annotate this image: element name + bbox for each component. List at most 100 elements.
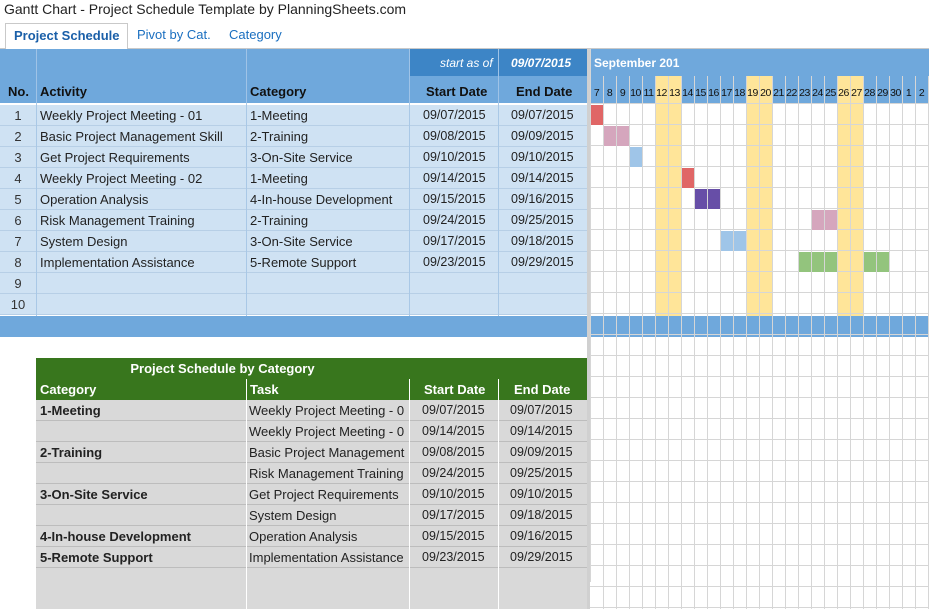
tab-category[interactable]: Category xyxy=(229,23,282,49)
cat-row-task[interactable]: Basic Project Management xyxy=(249,442,407,463)
end-date-cell[interactable]: 09/18/2015 xyxy=(511,231,574,252)
gantt-grid-col xyxy=(733,76,734,609)
cat-row-start[interactable]: 09/17/2015 xyxy=(422,505,485,526)
cat-row-end[interactable]: 09/10/2015 xyxy=(510,484,573,505)
category-header-row xyxy=(36,379,587,400)
gantt-bar-cell[interactable] xyxy=(591,105,603,125)
end-date-cell[interactable]: 09/25/2015 xyxy=(511,210,574,231)
cat-row-task[interactable]: Weekly Project Meeting - 0 xyxy=(249,400,407,421)
cat-row-start[interactable]: 09/10/2015 xyxy=(422,484,485,505)
category-cell[interactable]: 5-Remote Support xyxy=(250,252,410,273)
gantt-grid-col xyxy=(863,76,864,609)
category-cell[interactable]: 3-On-Site Service xyxy=(250,231,410,252)
category-cell[interactable]: 1-Meeting xyxy=(250,168,410,189)
gantt-grid-col xyxy=(642,76,643,609)
activity-cell[interactable]: Operation Analysis xyxy=(40,189,246,210)
activity-cell[interactable]: Basic Project Management Skill xyxy=(40,126,246,147)
gantt-bar-cell[interactable] xyxy=(695,189,707,209)
cat-row-task[interactable]: Weekly Project Meeting - 0 xyxy=(249,421,407,442)
end-date-cell[interactable]: 09/14/2015 xyxy=(511,168,574,189)
gantt-grid-col xyxy=(902,76,903,609)
day-number: 26 xyxy=(838,87,849,99)
gantt-bar-cell[interactable] xyxy=(630,147,642,167)
cat-row-task[interactable]: Get Project Requirements xyxy=(249,484,407,505)
gantt-grid-row xyxy=(590,334,929,335)
start-as-of-label: start as of xyxy=(440,56,493,70)
end-date-cell[interactable]: 09/16/2015 xyxy=(511,189,574,210)
category-cell[interactable]: 4-In-house Development xyxy=(250,189,410,210)
start-date-cell[interactable]: 09/23/2015 xyxy=(423,252,486,273)
weekend-column xyxy=(746,76,759,316)
cat-row-end[interactable]: 09/18/2015 xyxy=(510,505,573,526)
gantt-bar-cell[interactable] xyxy=(708,189,720,209)
tab-pivot-by-cat[interactable]: Pivot by Cat. xyxy=(137,23,211,49)
gantt-bar-cell[interactable] xyxy=(721,231,733,251)
category-divider xyxy=(498,379,499,609)
category-cell[interactable]: 2-Training xyxy=(250,210,410,231)
gantt-grid-col xyxy=(759,76,760,609)
gantt-grid-col xyxy=(837,76,838,609)
header-band xyxy=(0,49,409,76)
gantt-grid-row xyxy=(590,355,929,356)
end-date-cell[interactable]: 09/07/2015 xyxy=(511,105,574,126)
start-date-cell[interactable]: 09/07/2015 xyxy=(423,105,486,126)
cat-row-end[interactable]: 09/25/2015 xyxy=(510,463,573,484)
cat-row-start[interactable]: 09/24/2015 xyxy=(422,463,485,484)
gantt-bar-cell[interactable] xyxy=(604,126,616,146)
gantt-bar-cell[interactable] xyxy=(682,168,694,188)
cat-row-start[interactable]: 09/08/2015 xyxy=(422,442,485,463)
gantt-grid-col xyxy=(720,76,721,609)
activity-cell[interactable]: Get Project Requirements xyxy=(40,147,246,168)
cat-row-start[interactable]: 09/23/2015 xyxy=(422,547,485,568)
category-cell[interactable]: 2-Training xyxy=(250,126,410,147)
day-number: 25 xyxy=(825,87,836,99)
cat-row-task[interactable]: Implementation Assistance xyxy=(249,547,407,568)
day-number: 2 xyxy=(918,87,925,99)
category-cell[interactable]: 3-On-Site Service xyxy=(250,147,410,168)
gantt-grid-row xyxy=(590,439,929,440)
cat-row-end[interactable]: 09/07/2015 xyxy=(510,400,573,421)
start-date-cell[interactable]: 09/24/2015 xyxy=(423,210,486,231)
cat-row-end[interactable]: 09/29/2015 xyxy=(510,547,573,568)
end-date-cell[interactable]: 09/09/2015 xyxy=(511,126,574,147)
gantt-bar-cell[interactable] xyxy=(812,210,824,230)
activity-cell[interactable]: Implementation Assistance xyxy=(40,252,246,273)
gantt-bar-cell[interactable] xyxy=(825,252,837,272)
gantt-bar-cell[interactable] xyxy=(734,231,746,251)
start-date-cell[interactable]: 09/10/2015 xyxy=(423,147,486,168)
end-date-cell[interactable]: 09/10/2015 xyxy=(511,147,574,168)
start-as-of-value[interactable]: 09/07/2015 xyxy=(511,54,571,72)
activity-cell[interactable]: System Design xyxy=(40,231,246,252)
cat-row-end[interactable]: 09/09/2015 xyxy=(510,442,573,463)
gantt-grid-row xyxy=(590,376,929,377)
gantt-bar-cell[interactable] xyxy=(812,252,824,272)
gantt-bar-cell[interactable] xyxy=(799,252,811,272)
cat-row-task[interactable]: Operation Analysis xyxy=(249,526,407,547)
row-number: 6 xyxy=(14,213,22,228)
day-number: 14 xyxy=(682,87,693,99)
cat-row-start[interactable]: 09/15/2015 xyxy=(422,526,485,547)
cat-header-start: Start Date xyxy=(424,382,486,397)
start-date-cell[interactable]: 09/15/2015 xyxy=(423,189,486,210)
gantt-bar-cell[interactable] xyxy=(825,210,837,230)
weekend-column xyxy=(759,76,772,316)
cat-row-task[interactable]: Risk Management Training xyxy=(249,463,407,484)
category-cell[interactable]: 1-Meeting xyxy=(250,105,410,126)
gantt-bar-cell[interactable] xyxy=(864,252,876,272)
start-date-cell[interactable]: 09/08/2015 xyxy=(423,126,486,147)
activity-cell[interactable]: Weekly Project Meeting - 01 xyxy=(40,105,246,126)
activity-cell[interactable]: Weekly Project Meeting - 02 xyxy=(40,168,246,189)
gantt-bar-cell[interactable] xyxy=(877,252,889,272)
cat-row-task[interactable]: System Design xyxy=(249,505,407,526)
end-date-cell[interactable]: 09/29/2015 xyxy=(511,252,574,273)
cat-row-end[interactable]: 09/16/2015 xyxy=(510,526,573,547)
start-date-cell[interactable]: 09/17/2015 xyxy=(423,231,486,252)
activity-cell[interactable]: Risk Management Training xyxy=(40,210,246,231)
gantt-bar-cell[interactable] xyxy=(617,126,629,146)
cat-row-start[interactable]: 09/07/2015 xyxy=(422,400,485,421)
tab-project-schedule[interactable]: Project Schedule xyxy=(5,23,129,50)
start-date-cell[interactable]: 09/14/2015 xyxy=(423,168,486,189)
day-number: 20 xyxy=(760,87,771,99)
cat-row-start[interactable]: 09/14/2015 xyxy=(422,421,485,442)
cat-row-end[interactable]: 09/14/2015 xyxy=(510,421,573,442)
